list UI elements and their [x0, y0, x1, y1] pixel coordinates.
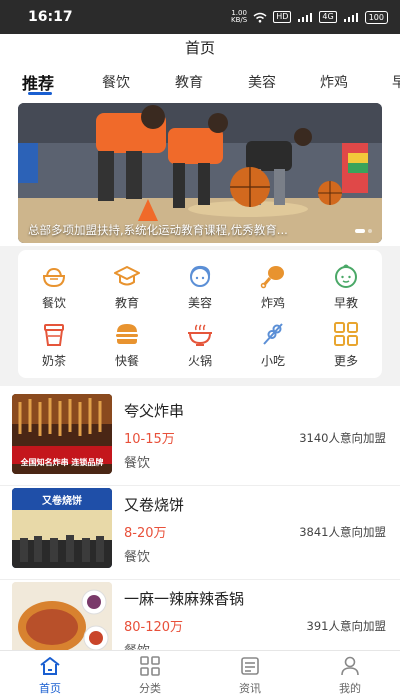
- category-label: 餐饮: [41, 296, 66, 310]
- list-item[interactable]: 一麻一辣麻辣香锅 80-120万 391人意向加盟 餐饮: [0, 580, 400, 650]
- grid-more-icon: [334, 322, 358, 346]
- baby-face-icon: [335, 264, 357, 288]
- nav-label: 分类: [139, 682, 161, 695]
- skewer-icon: [263, 323, 283, 345]
- woman-face-icon: [190, 265, 211, 287]
- category-label: 教育: [114, 296, 139, 310]
- category-milk-tea[interactable]: 奶茶: [28, 320, 80, 369]
- brand-list: 全国知名炸串 连锁品牌 夸父炸串 10-15万 3140人意向加盟 餐饮 又卷烧…: [0, 386, 400, 650]
- tab-beauty[interactable]: 美容: [248, 72, 276, 92]
- category-education[interactable]: 教育: [101, 262, 153, 311]
- category-grid: 餐饮 教育 美容 炸鸡 早教 奶茶 快餐 火锅 小吃 更多: [18, 250, 382, 378]
- battery-indicator: 100: [364, 10, 388, 24]
- nav-profile[interactable]: 我的: [320, 655, 380, 696]
- network-speed-unit: KB/S: [231, 16, 248, 24]
- brand-investment: 10-15万: [124, 432, 175, 447]
- hotpot-icon: [188, 324, 212, 346]
- brand-intent-count: 391人意向加盟: [306, 619, 386, 633]
- graduation-cap-icon: [114, 266, 140, 286]
- tab-education[interactable]: 教育: [175, 72, 203, 92]
- tab-recommend[interactable]: 推荐: [22, 70, 54, 94]
- status-bar: 16:17 1.00 KB/S HD 4G 100: [0, 0, 400, 34]
- user-icon: [341, 656, 359, 676]
- hd-badge: HD: [273, 11, 292, 23]
- category-food[interactable]: 餐饮: [28, 262, 80, 311]
- active-tab-indicator: [28, 92, 52, 95]
- brand-thumbnail: 又卷烧饼: [12, 488, 112, 568]
- brand-thumbnail: [12, 582, 112, 650]
- brand-thumbnail: 全国知名炸串 连锁品牌: [12, 394, 112, 474]
- burger-icon: [116, 324, 138, 344]
- banner-pager: [355, 229, 372, 233]
- category-fast-food[interactable]: 快餐: [101, 320, 153, 369]
- category-hotpot[interactable]: 火锅: [174, 320, 226, 369]
- category-label: 炸鸡: [260, 296, 285, 310]
- tab-early-education[interactable]: 早: [392, 72, 400, 92]
- category-label: 小吃: [260, 354, 285, 368]
- banner-dot-active: [355, 229, 365, 233]
- category-label: 快餐: [114, 354, 139, 368]
- brand-name: 夸父炸串: [124, 402, 185, 420]
- network-type-badge: 4G: [319, 11, 337, 23]
- category-label: 美容: [187, 296, 212, 310]
- brand-category-tag: 餐饮: [124, 456, 151, 471]
- thumbnail-slogan: 全国知名炸串 连锁品牌: [20, 458, 104, 467]
- news-icon: [241, 657, 259, 675]
- nav-news[interactable]: 资讯: [220, 655, 280, 696]
- brand-intent-count: 3140人意向加盟: [299, 431, 386, 445]
- milk-tea-cup-icon: [44, 324, 64, 346]
- signal-icon: [298, 12, 313, 22]
- category-label: 火锅: [187, 354, 212, 368]
- brand-investment: 80-120万: [124, 620, 184, 635]
- rice-bowl-icon: [42, 267, 66, 288]
- page-title: 首页: [0, 34, 400, 64]
- home-icon: [40, 657, 60, 675]
- category-more[interactable]: 更多: [320, 320, 372, 369]
- list-item[interactable]: 全国知名炸串 连锁品牌 夸父炸串 10-15万 3140人意向加盟 餐饮: [0, 392, 400, 486]
- category-early-education[interactable]: 早教: [320, 262, 372, 311]
- category-label: 更多: [333, 354, 358, 368]
- category-beauty[interactable]: 美容: [174, 262, 226, 311]
- system-indicators: 1.00 KB/S HD 4G 100: [231, 10, 388, 24]
- nav-label: 首页: [39, 682, 61, 695]
- brand-category-tag: 餐饮: [124, 550, 151, 565]
- category-snacks[interactable]: 小吃: [247, 320, 299, 369]
- tab-fried-chicken[interactable]: 炸鸡: [320, 72, 348, 92]
- brand-category-tag: 餐饮: [124, 640, 150, 650]
- promo-banner[interactable]: 总部多项加盟扶持,系统化运动教育课程,优秀教育...: [18, 103, 382, 243]
- brand-investment: 8-20万: [124, 526, 167, 541]
- app-root: 16:17 1.00 KB/S HD 4G 100 首页 推荐 餐饮 教育 美容…: [0, 0, 400, 700]
- nav-home[interactable]: 首页: [20, 655, 80, 696]
- network-speed: 1.00 KB/S: [231, 10, 247, 24]
- category-label: 早教: [333, 296, 358, 310]
- category-label: 奶茶: [41, 354, 66, 368]
- list-item[interactable]: 又卷烧饼 又卷烧饼 8-20万 3841人意向加盟 餐饮: [0, 486, 400, 580]
- category-fried-chicken[interactable]: 炸鸡: [247, 262, 299, 311]
- banner-section: 总部多项加盟扶持,系统化运动教育课程,优秀教育...: [0, 100, 400, 246]
- brand-name: 一麻一辣麻辣香锅: [124, 590, 245, 608]
- thumbnail-sign: 又卷烧饼: [42, 496, 82, 507]
- hotpot-dish-photo: [12, 582, 112, 650]
- bottom-navigation: 首页 分类 资讯 我的: [0, 650, 400, 700]
- tab-food[interactable]: 餐饮: [102, 72, 130, 92]
- nav-label: 资讯: [239, 682, 261, 695]
- category-tabs: 推荐 餐饮 教育 美容 炸鸡 早: [0, 64, 400, 100]
- category-section: 餐饮 教育 美容 炸鸡 早教 奶茶 快餐 火锅 小吃 更多: [0, 246, 400, 386]
- signal-icon-2: [343, 12, 358, 22]
- banner-dot: [368, 229, 372, 233]
- category-grid-icon: [140, 656, 160, 676]
- chicken-leg-icon: [260, 266, 284, 289]
- nav-label: 我的: [339, 682, 361, 695]
- wifi-icon: [253, 12, 267, 22]
- brand-intent-count: 3841人意向加盟: [299, 525, 386, 539]
- banner-caption: 总部多项加盟扶持,系统化运动教育课程,优秀教育...: [28, 223, 288, 237]
- brand-name: 又卷烧饼: [124, 496, 185, 514]
- status-time: 16:17: [28, 9, 73, 25]
- nav-category[interactable]: 分类: [120, 655, 180, 696]
